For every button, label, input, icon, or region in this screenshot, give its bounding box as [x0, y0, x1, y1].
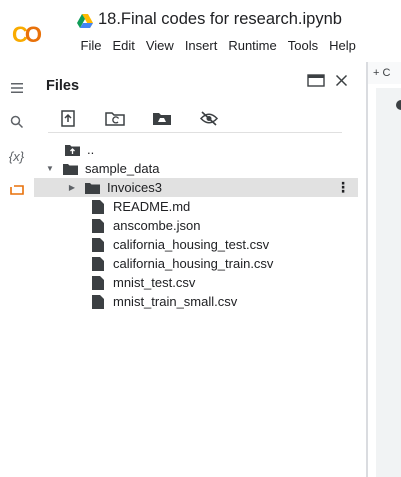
- tree-row-label: california_housing_test.csv: [113, 237, 270, 252]
- files-icon[interactable]: [0, 176, 33, 204]
- tree-row-file[interactable]: california_housing_test.csv: [34, 235, 358, 254]
- files-panel-title: Files: [46, 78, 80, 94]
- chevron-down-icon[interactable]: ▼: [44, 164, 56, 173]
- colab-logo[interactable]: CO: [12, 22, 42, 48]
- file-icon: [90, 256, 106, 271]
- more-options-icon[interactable]: ⋮: [336, 179, 350, 196]
- app-header: CO 18.Final codes for research.ipynb Fil…: [0, 0, 401, 62]
- parent-folder-icon: [64, 143, 80, 157]
- search-icon[interactable]: [0, 108, 33, 136]
- google-drive-icon: [77, 14, 93, 28]
- file-icon: [90, 199, 106, 214]
- hide-files-icon[interactable]: [199, 108, 219, 128]
- tree-row-file[interactable]: mnist_test.csv: [34, 273, 358, 292]
- tree-row-label: Invoices3: [107, 180, 162, 195]
- tree-row-parent[interactable]: ..: [34, 140, 358, 159]
- tree-row-label: README.md: [113, 199, 191, 214]
- tree-row-file[interactable]: california_housing_train.csv: [34, 254, 358, 273]
- code-cell[interactable]: [376, 88, 401, 477]
- panel-resize-handle[interactable]: [366, 62, 368, 477]
- tree-row-folder[interactable]: ▶ Invoices3 ⋮: [34, 178, 358, 197]
- panel-divider: [48, 132, 342, 133]
- tree-row-label: ..: [87, 142, 95, 157]
- file-icon: [90, 218, 106, 233]
- add-code-button[interactable]: + C: [373, 67, 390, 79]
- tree-row-folder[interactable]: ▼ sample_data: [34, 159, 358, 178]
- menu-help[interactable]: Help: [324, 38, 362, 53]
- files-panel: Files .. ▼ sample_data ▶ Invoices3 ⋮ REA…: [34, 62, 366, 477]
- folder-icon: [62, 162, 78, 176]
- file-icon: [90, 275, 106, 290]
- refresh-icon[interactable]: [105, 108, 125, 128]
- tree-row-label: mnist_train_small.csv: [113, 294, 238, 309]
- close-icon[interactable]: [335, 74, 348, 87]
- upload-icon[interactable]: [58, 108, 78, 128]
- menu-file[interactable]: File: [75, 38, 107, 53]
- file-icon: [90, 237, 106, 252]
- menu-bar: File Edit View Insert Runtime Tools Help: [75, 38, 361, 53]
- menu-icon[interactable]: [0, 74, 33, 102]
- file-icon: [90, 294, 106, 309]
- menu-tools[interactable]: Tools: [282, 38, 323, 53]
- menu-view[interactable]: View: [140, 38, 179, 53]
- tree-row-label: sample_data: [85, 161, 160, 176]
- notebook-title[interactable]: 18.Final codes for research.ipynb: [98, 10, 342, 29]
- activity-rail: {x}: [0, 62, 33, 477]
- tree-row-file[interactable]: mnist_train_small.csv: [34, 292, 358, 311]
- tree-row-file[interactable]: README.md: [34, 197, 358, 216]
- notebook-toolbar: + C: [368, 62, 401, 84]
- folder-icon: [84, 181, 100, 195]
- mount-drive-icon[interactable]: [152, 108, 172, 128]
- file-tree: .. ▼ sample_data ▶ Invoices3 ⋮ README.md: [34, 140, 358, 311]
- menu-edit[interactable]: Edit: [107, 38, 140, 53]
- panel-actions: [307, 74, 348, 87]
- run-cell-icon[interactable]: [396, 100, 401, 110]
- tree-row-label: anscombe.json: [113, 218, 201, 233]
- tree-row-file[interactable]: anscombe.json: [34, 216, 358, 235]
- menu-runtime[interactable]: Runtime: [223, 38, 282, 53]
- files-toolbar: [58, 108, 219, 128]
- menu-insert[interactable]: Insert: [179, 38, 223, 53]
- tree-row-label: mnist_test.csv: [113, 275, 196, 290]
- variables-icon[interactable]: {x}: [0, 142, 33, 170]
- open-in-tab-icon[interactable]: [307, 74, 325, 87]
- chevron-right-icon[interactable]: ▶: [66, 183, 78, 192]
- tree-row-label: california_housing_train.csv: [113, 256, 274, 271]
